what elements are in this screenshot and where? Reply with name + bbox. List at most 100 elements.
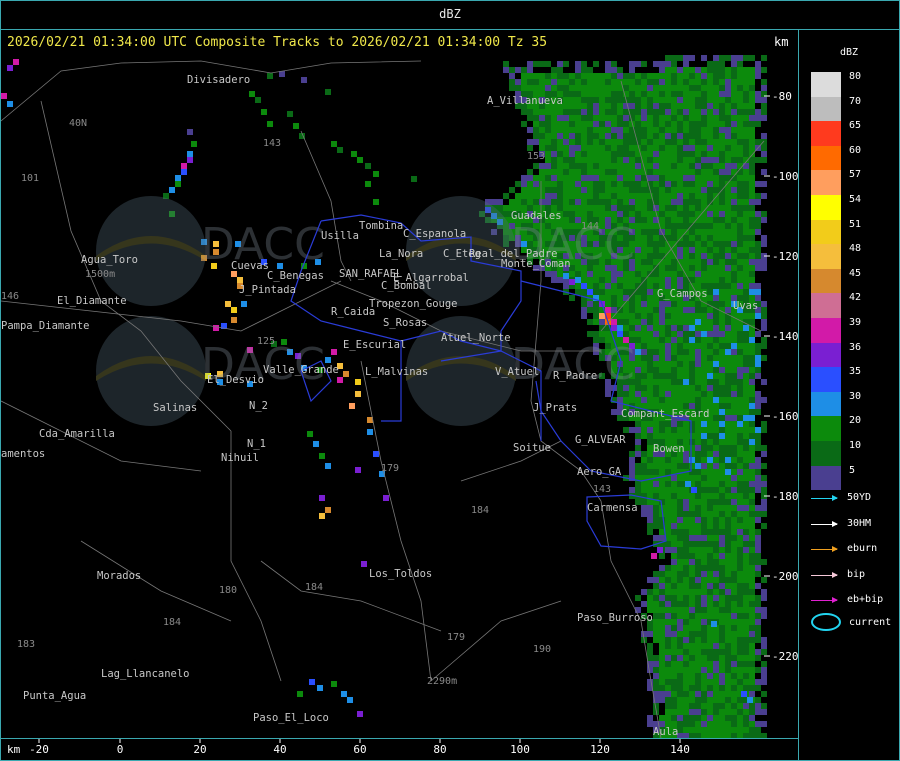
radar-cell	[659, 247, 665, 253]
radar-cell	[707, 247, 713, 253]
radar-cell	[761, 487, 767, 493]
radar-cell	[593, 91, 599, 97]
radar-cell	[671, 211, 677, 217]
radar-cell	[527, 127, 533, 133]
radar-cell	[665, 571, 671, 577]
radar-cell	[755, 91, 761, 97]
radar-cell	[689, 475, 695, 481]
radar-cell	[647, 355, 653, 361]
radar-cell	[623, 397, 629, 403]
radar-cell	[611, 139, 617, 145]
radar-cell	[653, 337, 659, 343]
radar-cell	[719, 427, 725, 433]
radar-cell	[689, 565, 695, 571]
radar-cell	[581, 205, 587, 211]
radar-cell	[677, 133, 683, 139]
radar-cell	[611, 301, 617, 307]
radar-cell	[671, 115, 677, 121]
radar-cell	[761, 157, 767, 163]
radar-cell	[653, 319, 659, 325]
radar-cell	[575, 97, 581, 103]
radar-cell	[677, 493, 683, 499]
radar-cell	[725, 277, 731, 283]
radar-cell	[737, 403, 743, 409]
radar-cell	[635, 439, 641, 445]
radar-cell	[725, 217, 731, 223]
radar-cell	[743, 463, 749, 469]
radar-cell	[701, 169, 707, 175]
radar-cell	[599, 115, 605, 121]
radar-cell	[635, 313, 641, 319]
radar-cell	[659, 217, 665, 223]
radar-cell	[365, 163, 371, 169]
radar-cell	[545, 163, 551, 169]
radar-cell	[701, 547, 707, 553]
radar-cell	[641, 397, 647, 403]
radar-cell	[737, 73, 743, 79]
radar-cell	[653, 487, 659, 493]
radar-cell	[665, 121, 671, 127]
radar-cell	[749, 109, 755, 115]
radar-cell	[677, 715, 683, 721]
radar-cell	[713, 637, 719, 643]
radar-cell	[761, 661, 767, 667]
radar-cell	[719, 673, 725, 679]
radar-cell	[689, 91, 695, 97]
radar-cell	[641, 589, 647, 595]
radar-cell	[653, 571, 659, 577]
radar-cell	[187, 129, 193, 135]
radar-cell	[683, 205, 689, 211]
radar-cell	[599, 313, 605, 319]
radar-cell	[701, 67, 707, 73]
radar-cell	[731, 529, 737, 535]
radar-cell	[743, 505, 749, 511]
radar-cell	[749, 643, 755, 649]
radar-cell	[617, 91, 623, 97]
radar-cell	[731, 103, 737, 109]
radar-cell	[695, 361, 701, 367]
radar-cell	[671, 307, 677, 313]
radar-cell	[677, 607, 683, 613]
radar-cell	[611, 193, 617, 199]
radar-cell	[755, 565, 761, 571]
radar-cell	[671, 301, 677, 307]
radar-cell	[683, 457, 689, 463]
radar-cell	[737, 385, 743, 391]
radar-cell	[713, 463, 719, 469]
radar-cell	[695, 583, 701, 589]
radar-cell	[707, 421, 713, 427]
radar-cell	[527, 175, 533, 181]
radar-map[interactable]: DACC DACCDACC DACC DivisaderoA_Villanueva4…	[1, 1, 798, 760]
radar-cell	[731, 559, 737, 565]
radar-cell	[581, 133, 587, 139]
radar-cell	[743, 151, 749, 157]
radar-cell	[617, 121, 623, 127]
radar-cell	[623, 331, 629, 337]
radar-cell	[749, 457, 755, 463]
radar-cell	[545, 61, 551, 67]
radar-cell	[707, 241, 713, 247]
radar-cell	[665, 61, 671, 67]
radar-cell	[677, 577, 683, 583]
radar-cell	[701, 703, 707, 709]
y-axis-unit: km	[774, 35, 789, 49]
radar-cell	[683, 685, 689, 691]
radar-cell	[599, 181, 605, 187]
radar-cell	[635, 397, 641, 403]
radar-cell	[683, 649, 689, 655]
radar-cell	[737, 217, 743, 223]
radar-cell	[611, 211, 617, 217]
radar-cell	[677, 103, 683, 109]
legend-value-48: 48	[849, 243, 862, 255]
radar-cell	[581, 277, 587, 283]
radar-cell	[719, 139, 725, 145]
radar-cell	[665, 139, 671, 145]
radar-cell	[641, 127, 647, 133]
radar-cell	[545, 169, 551, 175]
radar-cell	[671, 697, 677, 703]
radar-cell	[575, 61, 581, 67]
radar-cell	[743, 169, 749, 175]
radar-cell	[539, 187, 545, 193]
radar-cell	[261, 109, 267, 115]
radar-cell	[725, 643, 731, 649]
